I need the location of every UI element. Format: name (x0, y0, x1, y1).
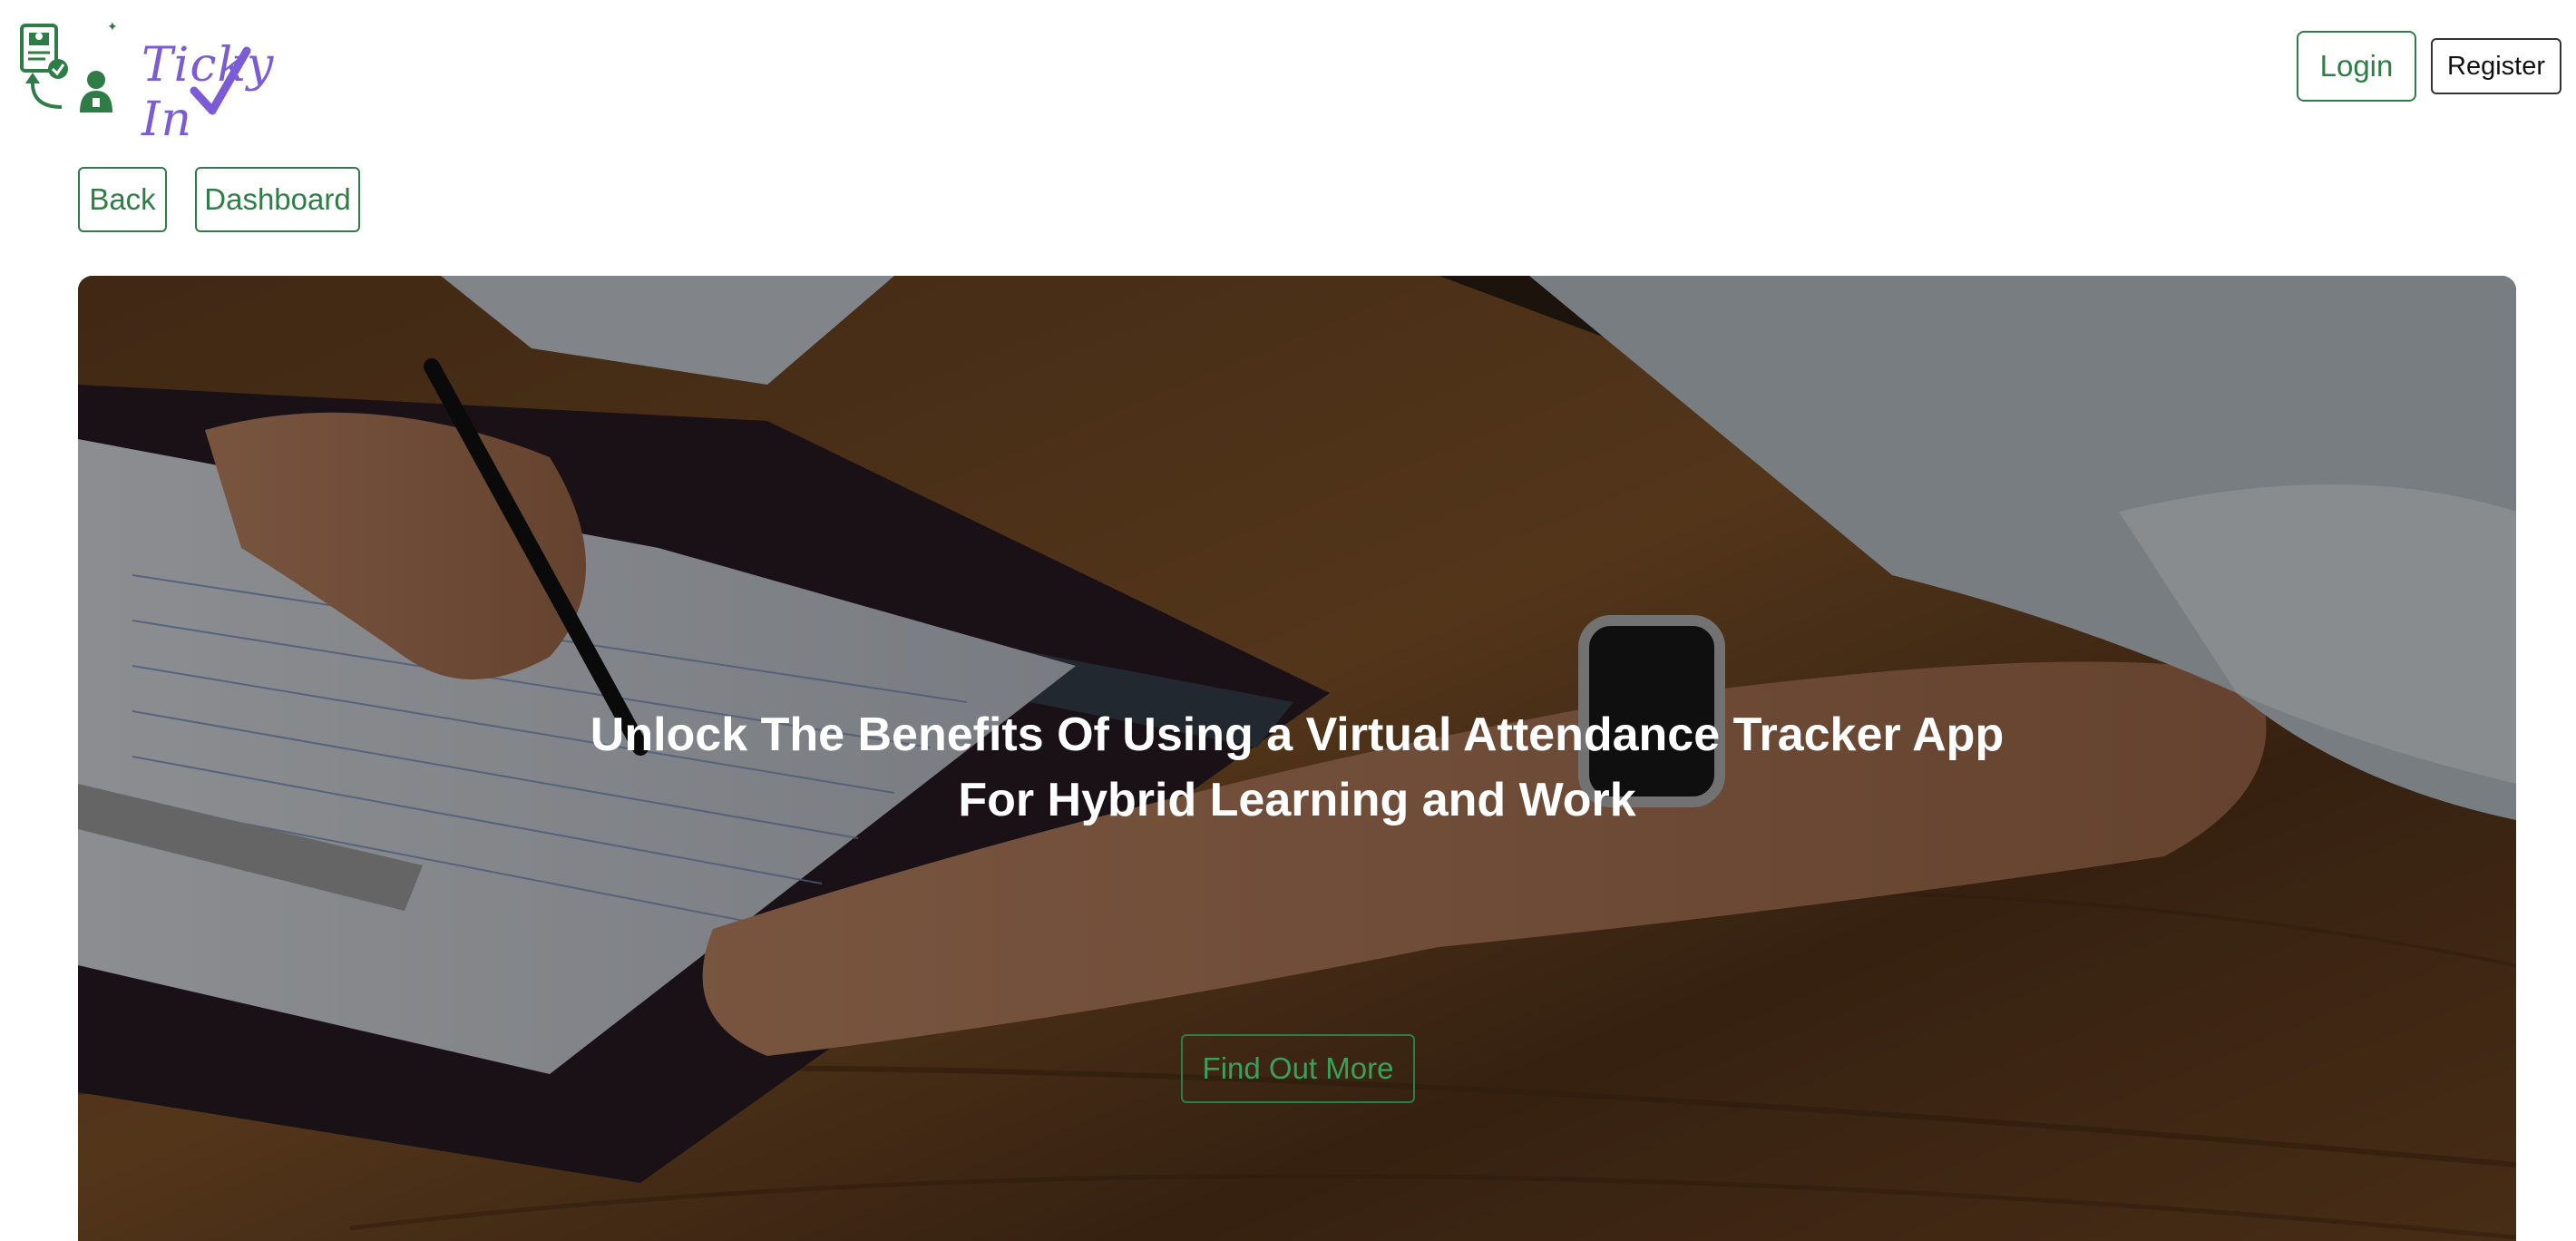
logo[interactable]: ✦ Ticky In (18, 16, 273, 147)
checkmark-icon (190, 46, 251, 115)
hero-title: Unlock The Benefits Of Using a Virtual A… (78, 702, 2516, 833)
login-button[interactable]: Login (2297, 31, 2416, 102)
back-button[interactable]: Back (78, 167, 167, 232)
register-button[interactable]: Register (2431, 38, 2561, 94)
find-out-more-button[interactable]: Find Out More (1181, 1034, 1415, 1103)
page: ✦ Ticky In Login Register Back Dashboard (0, 0, 2576, 1241)
hero-title-line-1: Unlock The Benefits Of Using a Virtual A… (590, 708, 2005, 761)
svg-text:✦: ✦ (107, 20, 118, 34)
dashboard-button[interactable]: Dashboard (195, 167, 360, 232)
attendance-logo-icon: ✦ (20, 20, 118, 112)
hero-title-line-2: For Hybrid Learning and Work (958, 774, 1636, 826)
hero-banner: Unlock The Benefits Of Using a Virtual A… (78, 276, 2516, 1241)
